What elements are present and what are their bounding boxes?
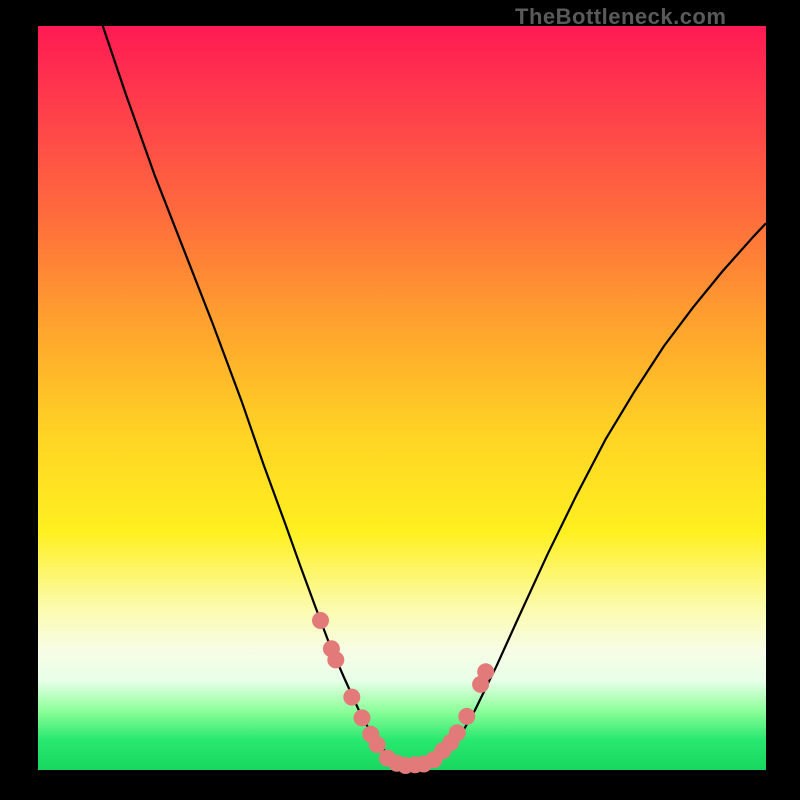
data-dot [354, 709, 371, 726]
data-dot [458, 708, 475, 725]
data-dot [343, 689, 360, 706]
chart-svg [0, 0, 800, 800]
data-dot [449, 724, 466, 741]
data-dot [312, 612, 329, 629]
data-dot [477, 663, 494, 680]
curve-line [103, 26, 766, 766]
data-dot [369, 736, 386, 753]
data-dot [327, 651, 344, 668]
outer-frame: TheBottleneck.com [0, 0, 800, 800]
data-dots [312, 612, 494, 774]
